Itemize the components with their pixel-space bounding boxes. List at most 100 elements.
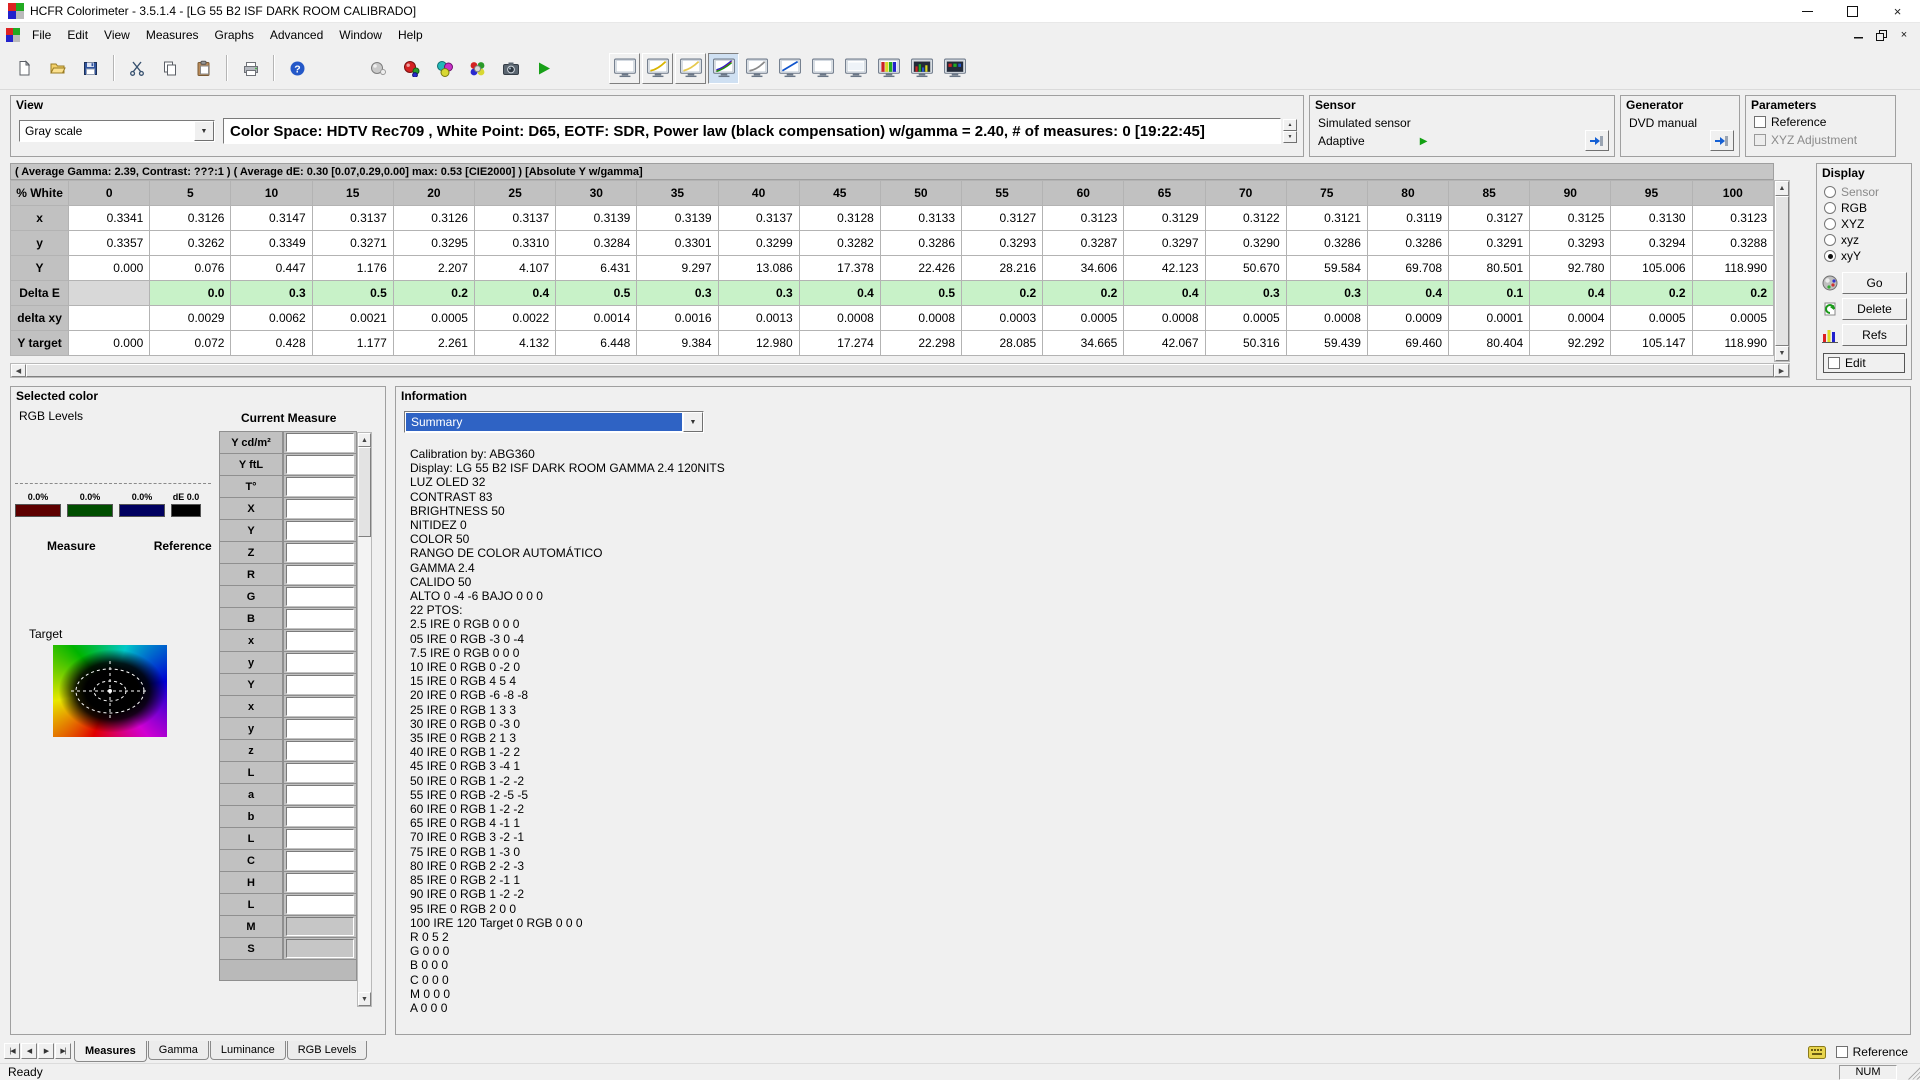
- table-horizontal-scrollbar[interactable]: ◀ ▶: [10, 363, 1790, 378]
- table-cell[interactable]: 92.292: [1530, 331, 1611, 356]
- table-cell[interactable]: 1.177: [312, 331, 393, 356]
- toolbar-button-monitor-blue-line[interactable]: [774, 53, 805, 84]
- table-cell[interactable]: 0.0001: [1449, 306, 1530, 331]
- table-cell[interactable]: 0.3119: [1367, 206, 1448, 231]
- table-cell[interactable]: 0.3282: [799, 231, 880, 256]
- table-cell[interactable]: 0.3295: [393, 231, 474, 256]
- table-cell[interactable]: 0.0022: [474, 306, 555, 331]
- column-header[interactable]: 95: [1611, 181, 1692, 206]
- table-cell[interactable]: 0.3123: [1043, 206, 1124, 231]
- table-cell[interactable]: 0.5: [312, 281, 393, 306]
- table-cell[interactable]: 0.0008: [1286, 306, 1367, 331]
- toolbar-button-print[interactable]: [235, 53, 266, 84]
- table-cell[interactable]: 6.431: [556, 256, 637, 281]
- table-cell[interactable]: 0.3126: [150, 206, 231, 231]
- table-cell[interactable]: 0.1: [1449, 281, 1530, 306]
- toolbar-button-monitor-dark[interactable]: [939, 53, 970, 84]
- table-cell[interactable]: 0.0004: [1530, 306, 1611, 331]
- table-cell[interactable]: 0.4: [1124, 281, 1205, 306]
- scroll-up-icon[interactable]: ▲: [1775, 181, 1789, 196]
- table-cell[interactable]: 69.708: [1367, 256, 1448, 281]
- chevron-down-icon[interactable]: ▼: [194, 121, 214, 141]
- table-cell[interactable]: 0.3137: [312, 206, 393, 231]
- table-cell[interactable]: 0.0008: [1124, 306, 1205, 331]
- table-cell[interactable]: 0.447: [231, 256, 312, 281]
- table-cell[interactable]: 0.5: [880, 281, 961, 306]
- table-cell[interactable]: 0.3286: [1286, 231, 1367, 256]
- table-cell[interactable]: 0.0005: [1205, 306, 1286, 331]
- table-cell[interactable]: 0.3: [231, 281, 312, 306]
- table-cell[interactable]: 0.0009: [1367, 306, 1448, 331]
- table-cell[interactable]: 9.297: [637, 256, 718, 281]
- mdi-minimize-button[interactable]: [1848, 27, 1868, 44]
- chevron-down-icon[interactable]: ▼: [683, 412, 703, 432]
- display-option-rgb[interactable]: RGB: [1817, 200, 1911, 216]
- tab-last-icon[interactable]: ▶|: [55, 1043, 71, 1059]
- toolbar-button-monitor-luminance-curve[interactable]: [741, 53, 772, 84]
- scroll-up-icon[interactable]: ▲: [358, 433, 371, 447]
- table-cell[interactable]: 22.426: [880, 256, 961, 281]
- table-cell[interactable]: 0.2: [962, 281, 1043, 306]
- radio-icon[interactable]: [1824, 202, 1836, 214]
- column-header[interactable]: 25: [474, 181, 555, 206]
- table-cell[interactable]: 0.4: [1530, 281, 1611, 306]
- table-cell[interactable]: 0.3293: [1530, 231, 1611, 256]
- scroll-down-icon[interactable]: ▼: [1775, 346, 1789, 361]
- toolbar-button-monitor-plain3[interactable]: [840, 53, 871, 84]
- table-cell[interactable]: 0.4: [474, 281, 555, 306]
- table-cell[interactable]: 0.0008: [799, 306, 880, 331]
- table-cell[interactable]: [69, 281, 150, 306]
- table-cell[interactable]: 0.072: [150, 331, 231, 356]
- table-cell[interactable]: 80.404: [1449, 331, 1530, 356]
- table-cell[interactable]: 0.2: [1611, 281, 1692, 306]
- checkbox-icon[interactable]: [1836, 1046, 1848, 1058]
- column-header[interactable]: 70: [1205, 181, 1286, 206]
- view-selector[interactable]: Gray scale ▼: [19, 120, 215, 142]
- column-header[interactable]: 65: [1124, 181, 1205, 206]
- radio-icon[interactable]: [1824, 250, 1836, 262]
- table-cell[interactable]: 0.2: [1692, 281, 1773, 306]
- table-cell[interactable]: 0.3288: [1692, 231, 1773, 256]
- table-cell[interactable]: 0.3290: [1205, 231, 1286, 256]
- toolbar-button-cut[interactable]: [122, 53, 153, 84]
- table-cell[interactable]: 0.3286: [1367, 231, 1448, 256]
- scroll-down-icon[interactable]: ▼: [358, 992, 371, 1006]
- toolbar-button-new-document[interactable]: [9, 53, 40, 84]
- menu-window[interactable]: Window: [331, 24, 390, 46]
- table-cell[interactable]: 0.3128: [799, 206, 880, 231]
- toolbar-button-monitor-gamma-curve[interactable]: [642, 53, 673, 84]
- table-cell[interactable]: 17.274: [799, 331, 880, 356]
- table-cell[interactable]: 0.3297: [1124, 231, 1205, 256]
- table-cell[interactable]: 42.067: [1124, 331, 1205, 356]
- table-cell[interactable]: 92.780: [1530, 256, 1611, 281]
- menu-measures[interactable]: Measures: [138, 24, 207, 46]
- toolbar-button-open-folder[interactable]: [42, 53, 73, 84]
- scroll-left-icon[interactable]: ◀: [11, 364, 26, 377]
- radio-icon[interactable]: [1824, 234, 1836, 246]
- table-cell[interactable]: 0.0013: [718, 306, 799, 331]
- table-cell[interactable]: 0.3301: [637, 231, 718, 256]
- information-selector[interactable]: Summary ▼: [404, 411, 704, 433]
- table-cell[interactable]: 0.3130: [1611, 206, 1692, 231]
- table-cell[interactable]: 28.216: [962, 256, 1043, 281]
- table-cell[interactable]: 4.132: [474, 331, 555, 356]
- table-cell[interactable]: 17.378: [799, 256, 880, 281]
- table-cell[interactable]: 69.460: [1367, 331, 1448, 356]
- toolbar-button-measure-secondaries[interactable]: [429, 53, 460, 84]
- table-cell[interactable]: 0.0005: [1043, 306, 1124, 331]
- table-cell[interactable]: 0.3286: [880, 231, 961, 256]
- toolbar-button-monitor-rgb-curves[interactable]: [708, 53, 739, 84]
- toolbar-button-measure-primaries[interactable]: [396, 53, 427, 84]
- table-cell[interactable]: 4.107: [474, 256, 555, 281]
- toolbar-button-monitor-plain[interactable]: [609, 53, 640, 84]
- scroll-right-icon[interactable]: ▶: [1774, 364, 1789, 377]
- close-button[interactable]: ×: [1875, 0, 1920, 22]
- spinner-up-button[interactable]: ▲: [1283, 119, 1297, 131]
- table-cell[interactable]: 50.670: [1205, 256, 1286, 281]
- menu-help[interactable]: Help: [390, 24, 431, 46]
- table-cell[interactable]: 0.3271: [312, 231, 393, 256]
- column-header[interactable]: 0: [69, 181, 150, 206]
- table-cell[interactable]: 0.0: [150, 281, 231, 306]
- tab-rgb-levels[interactable]: RGB Levels: [287, 1041, 368, 1060]
- sensor-config-button[interactable]: [1585, 130, 1609, 151]
